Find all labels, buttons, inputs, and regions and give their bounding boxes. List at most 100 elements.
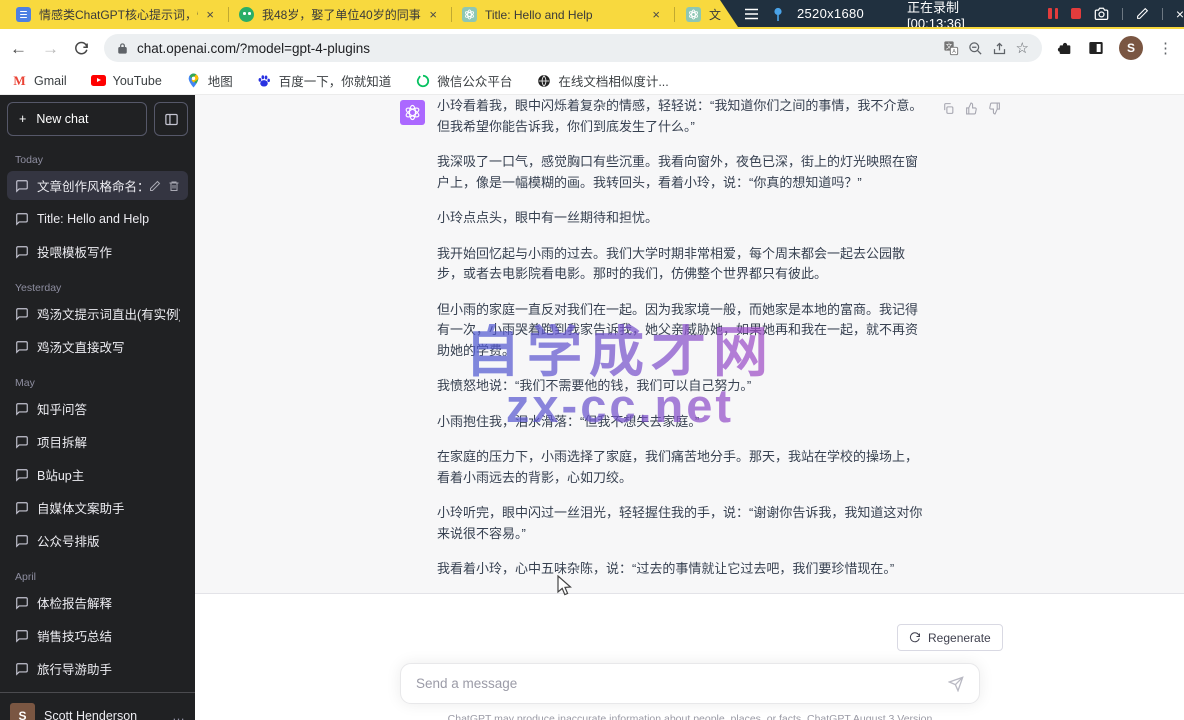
conversation-title: 自媒体文案助手 [37,498,180,517]
screenshot-camera-icon[interactable] [1094,7,1109,20]
edit-pencil-icon[interactable] [149,180,161,192]
mouse-cursor [556,575,573,597]
url-text[interactable]: chat.openai.com/?model=gpt-4-plugins [137,41,934,56]
bookmark-star-icon[interactable]: ☆ [1016,39,1029,57]
bookmark-baidu[interactable]: 百度一下，你就知道 [257,71,392,90]
bookmark-label: 微信公众平台 [437,71,512,90]
sidebar-item[interactable]: 鸡汤文直接改写 [7,332,188,361]
delete-trash-icon[interactable] [168,180,180,192]
sidebar-item[interactable]: 销售技巧总结 [7,621,188,650]
new-chat-button[interactable]: + New chat [7,102,147,136]
chat-bubble-icon [15,402,29,416]
sidebar-item[interactable]: 投喂模板写作 [7,237,188,266]
message-paragraph: 我愤怒地说：“我们不需要他的钱，我们可以自己努力。” [437,376,929,397]
conversation-title: 知乎问答 [37,399,180,418]
copy-icon[interactable] [942,102,955,115]
bookmarks-bar: M Gmail YouTube 地图 百度一下，你就知道 微信公众平台 在线文档… [0,67,1184,95]
message-paragraph: 我开始回忆起与小雨的过去。我们大学时期非常相爱，每个周末都会一起去公园散步，或者… [437,244,929,285]
bookmark-gmail[interactable]: M Gmail [12,73,67,88]
bookmark-youtube[interactable]: YouTube [91,73,162,88]
collapse-sidebar-button[interactable] [154,102,188,136]
tab-chatgpt-active[interactable]: Title: Hello and Help × [452,0,670,29]
chat-bubble-icon [15,179,29,193]
chat-bubble-icon [15,435,29,449]
conversation-sidebar: + New chat Today 文章创作风格命名：风 Title: Hello… [0,95,195,720]
tab-emotional-prompts[interactable]: 情感类ChatGPT核心提示词，快 × [6,0,224,29]
browser-toolbar: ← → chat.openai.com/?model=gpt-4-plugins… [0,29,1184,67]
sidebar-item[interactable]: 体检报告解释 [7,588,188,617]
thumbs-down-icon[interactable] [988,102,1001,115]
sidebar-item[interactable]: 自媒体文案助手 [7,493,188,522]
conversation-title: 销售技巧总结 [37,626,180,645]
conversation-title: 鸡汤文直接改写 [37,337,180,356]
back-icon[interactable]: ← [10,40,27,57]
share-icon[interactable] [992,41,1007,56]
translate-icon[interactable]: 文A [943,40,959,56]
chat-bubble-icon [15,596,29,610]
chat-bubble-icon [15,340,29,354]
zoom-out-icon[interactable] [968,41,983,56]
conversation-title: 旅行导游助手 [37,659,180,678]
sidebar-item-selected[interactable]: 文章创作风格命名：风 [7,171,188,200]
annotate-pencil-icon[interactable] [1136,7,1149,20]
toolbar-right-group: S ⋮ [1057,36,1174,60]
pause-recording-icon[interactable] [1048,8,1058,19]
conversation-title: 鸡汤文提示词直出(有实例) [37,304,180,323]
new-chat-label: New chat [36,112,88,126]
side-panel-icon[interactable] [1088,40,1104,56]
chat-main: 小玲看着我，眼中闪烁着复杂的情感，轻轻说：“我知道你们之间的事情，我不介意。但我… [195,95,1184,720]
sidebar-user-row[interactable]: S Scott Henderson … [0,692,195,720]
sidebar-item[interactable]: 项目拆解 [7,427,188,456]
tab-close-icon[interactable]: × [206,8,214,21]
tab-separator [674,7,675,22]
bookmark-maps[interactable]: 地图 [186,71,233,90]
message-input[interactable]: Send a message [400,663,980,704]
conversation-title: B站up主 [37,465,180,484]
conversation-title: 文章创作风格命名：风 [37,176,141,195]
bookmark-label: Gmail [34,74,67,88]
sidebar-item[interactable]: B站up主 [7,460,188,489]
sidebar-item[interactable]: 旅行导游助手 [7,654,188,683]
browser-menu-icon[interactable]: ⋮ [1158,39,1174,57]
sidebar-item[interactable]: 鸡汤文提示词直出(有实例) [7,299,188,328]
disclaimer-footer: ChatGPT may produce inaccurate informati… [400,713,980,720]
wechat-mp-icon [415,73,430,88]
thumbs-up-icon[interactable] [965,102,978,115]
regenerate-button[interactable]: Regenerate [897,624,1003,651]
recorder-close-icon[interactable]: × [1176,6,1184,22]
recorder-pin-icon[interactable] [772,7,784,21]
lock-icon [117,42,128,55]
message-paragraph: 小雨抱住我，泪水滑落：“但我不想失去家庭。” [437,412,929,433]
tab-title: 情感类ChatGPT核心提示词，快 [39,6,198,23]
chat-bubble-icon [15,245,29,259]
chatgpt-app: + New chat Today 文章创作风格命名：风 Title: Hello… [0,95,1184,720]
recorder-menu-icon[interactable] [744,8,759,20]
bookmark-wechat-mp[interactable]: 微信公众平台 [415,71,512,90]
tab-close-icon[interactable]: × [429,8,437,21]
stop-recording-icon[interactable] [1071,8,1081,19]
sidebar-item[interactable]: 知乎问答 [7,394,188,423]
forward-icon[interactable]: → [42,40,59,57]
send-icon[interactable] [948,676,964,692]
bookmark-doc-similarity[interactable]: 在线文档相似度计... [536,71,668,90]
profile-avatar[interactable]: S [1119,36,1143,60]
extensions-puzzle-icon[interactable] [1057,40,1073,56]
message-paragraph: 小玲点点头，眼中有一丝期待和担忧。 [437,208,929,229]
assistant-message: 小玲看着我，眼中闪烁着复杂的情感，轻轻说：“我知道你们之间的事情，我不介意。但我… [195,95,1184,594]
reload-icon[interactable] [74,41,89,56]
chat-bubble-icon [15,534,29,548]
message-paragraph: 小玲看着我，眼中闪烁着复杂的情感，轻轻说：“我知道你们之间的事情，我不介意。但我… [437,96,929,137]
sidebar-item[interactable]: 公众号排版 [7,526,188,555]
user-menu-icon[interactable]: … [172,708,185,720]
message-actions [942,102,1001,115]
address-bar[interactable]: chat.openai.com/?model=gpt-4-plugins 文A … [104,34,1042,62]
sidebar-collapse-icon [164,112,179,127]
bookmark-label: 百度一下，你就知道 [279,71,392,90]
sidebar-item[interactable]: Title: Hello and Help [7,204,188,233]
chatgpt-favicon [686,7,701,22]
tab-wechat-article[interactable]: 我48岁，娶了单位40岁的同事， × [229,0,447,29]
chatgpt-favicon [462,7,477,22]
tab-title: Title: Hello and Help [485,8,644,22]
conversation-title: 投喂模板写作 [37,242,180,261]
tab-close-icon[interactable]: × [652,8,660,21]
